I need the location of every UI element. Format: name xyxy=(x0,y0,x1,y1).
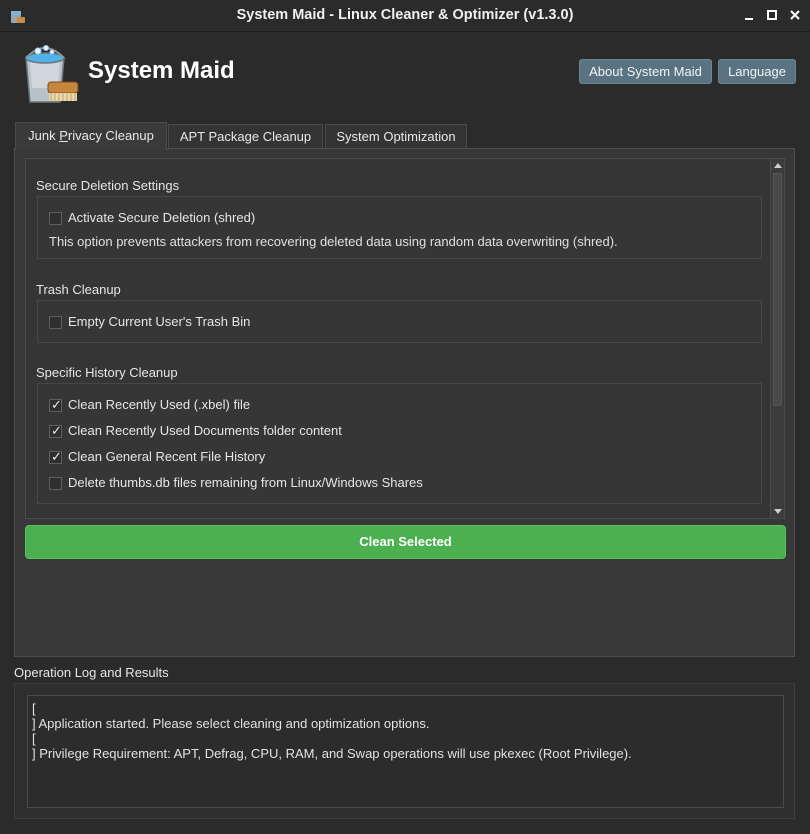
history-option-label: Clean Recently Used Documents folder con… xyxy=(68,423,342,438)
log-line: ] Application started. Please select cle… xyxy=(32,716,430,731)
options-scroll-area[interactable]: Secure Deletion Settings Activate Secure… xyxy=(25,158,785,519)
secure-deletion-title: Secure Deletion Settings xyxy=(36,178,180,193)
minimize-icon[interactable] xyxy=(742,8,756,22)
secure-deletion-checkbox[interactable] xyxy=(49,212,62,225)
language-button[interactable]: Language xyxy=(718,59,796,84)
history-option-label: Clean General Recent File History xyxy=(68,449,266,464)
checkmark-icon: ✓ xyxy=(51,397,62,412)
tab-label-prefix: Junk xyxy=(28,128,60,143)
history-cleanup-group: ✓ Clean Recently Used (.xbel) file ✓ Cle… xyxy=(37,383,762,504)
secure-deletion-description: This option prevents attackers from reco… xyxy=(49,234,618,249)
history-option-label: Clean Recently Used (.xbel) file xyxy=(68,397,251,412)
history-checkbox[interactable]: ✓ xyxy=(49,449,62,464)
app-name-heading: System Maid xyxy=(88,57,235,84)
tab-mnemonic-char: P xyxy=(59,128,68,143)
vertical-scrollbar[interactable] xyxy=(770,159,784,518)
tab-panel: Secure Deletion Settings Activate Secure… xyxy=(14,148,795,657)
secure-deletion-group: Activate Secure Deletion (shred) This op… xyxy=(37,196,762,259)
clean-selected-button[interactable]: Clean Selected xyxy=(25,525,786,559)
tab-system-optimization[interactable]: System Optimization xyxy=(325,124,467,149)
log-line: ] Privilege Requirement: APT, Defrag, CP… xyxy=(32,746,632,761)
trash-cleanup-title: Trash Cleanup xyxy=(36,282,121,297)
app-logo-bucket-icon xyxy=(25,45,79,103)
operation-log-text[interactable]: [ ] Application started. Please select c… xyxy=(27,695,784,808)
history-checkbox[interactable]: ✓ xyxy=(49,423,62,438)
scrollbar-thumb[interactable] xyxy=(773,173,782,406)
checkmark-icon: ✓ xyxy=(51,423,62,438)
close-icon[interactable] xyxy=(788,8,802,22)
log-line: [ xyxy=(32,701,36,716)
maximize-icon[interactable] xyxy=(765,8,779,22)
tab-label-rest: rivacy Cleanup xyxy=(67,128,154,143)
trash-checkbox[interactable] xyxy=(49,316,62,329)
history-option-label: Delete thumbs.db files remaining from Li… xyxy=(68,475,423,490)
about-button[interactable]: About System Maid xyxy=(579,59,712,84)
history-checkbox[interactable] xyxy=(49,477,62,490)
trash-label: Empty Current User's Trash Bin xyxy=(68,314,251,329)
tab-junk-privacy-cleanup[interactable]: Junk Privacy Cleanup xyxy=(15,122,167,150)
window-title: System Maid - Linux Cleaner & Optimizer … xyxy=(236,7,574,23)
history-cleanup-title: Specific History Cleanup xyxy=(36,365,178,380)
operation-log-group: [ ] Application started. Please select c… xyxy=(14,683,795,819)
secure-deletion-label: Activate Secure Deletion (shred) xyxy=(68,210,256,225)
trash-cleanup-group: Empty Current User's Trash Bin xyxy=(37,300,762,343)
log-line: [ xyxy=(32,731,36,746)
tab-apt-package-cleanup[interactable]: APT Package Cleanup xyxy=(168,124,323,149)
window-titlebar: System Maid - Linux Cleaner & Optimizer … xyxy=(0,0,810,32)
checkmark-icon: ✓ xyxy=(51,449,62,464)
scroll-up-arrow-icon[interactable] xyxy=(773,161,783,171)
operation-log-title: Operation Log and Results xyxy=(14,665,169,680)
history-checkbox[interactable]: ✓ xyxy=(49,397,62,412)
scroll-down-arrow-icon[interactable] xyxy=(773,506,783,516)
